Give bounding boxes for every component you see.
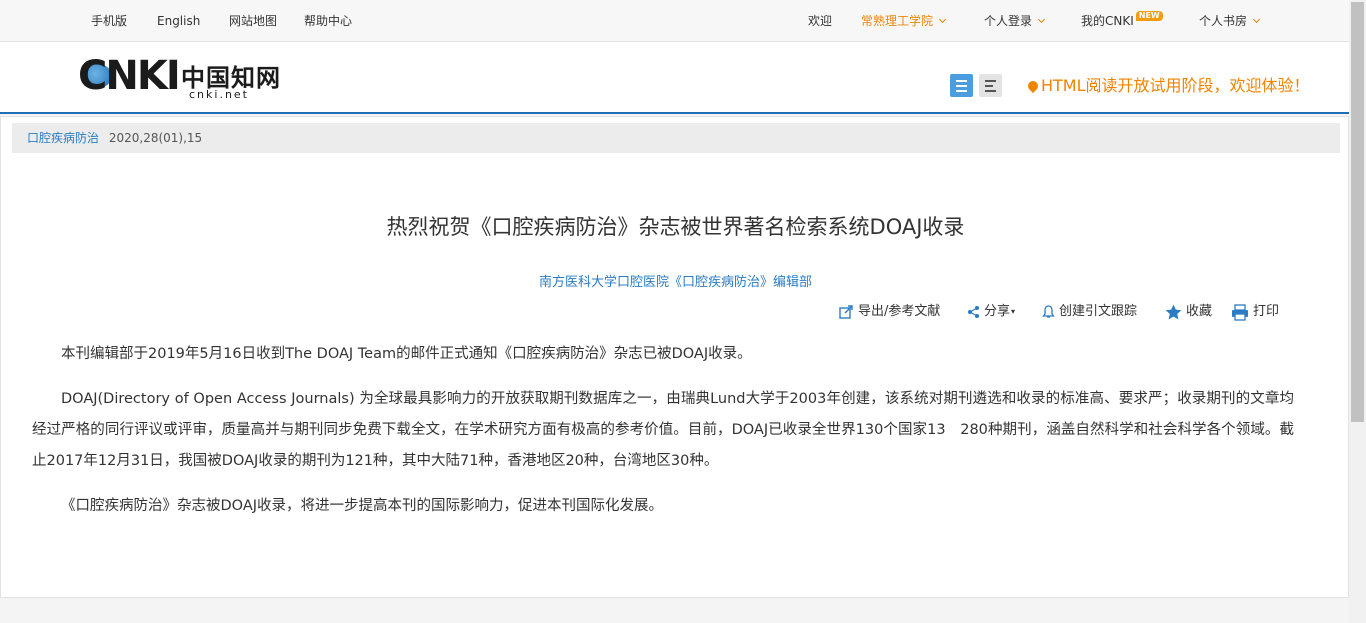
breadcrumb: 口腔疾病防治 2020,28(01),15 (12, 123, 1340, 153)
list-line (956, 85, 967, 87)
sitemap-link[interactable]: 网站地图 (229, 0, 277, 42)
article-paragraph: 《口腔疾病防治》杂志被DOAJ收录，将进一步提高本刊的国际影响力，促进本刊国际化… (61, 498, 664, 514)
article-page: 口腔疾病防治 2020,28(01),15 热烈祝贺《口腔疾病防治》杂志被世界著… (0, 116, 1349, 598)
track-label: 创建引文跟踪 (1059, 304, 1138, 319)
create-citation-tracking-button[interactable]: 创建引文跟踪 (1042, 303, 1137, 321)
logo-url-text: cnki.net (189, 88, 249, 101)
export-button[interactable]: 导出/参考文献 (839, 303, 940, 321)
article-paragraph: 本刊编辑部于2019年5月16日收到The DOAJ Team的邮件正式通知《口… (61, 346, 752, 362)
help-center-link[interactable]: 帮助中心 (304, 0, 352, 42)
full-view-toggle[interactable] (950, 74, 973, 97)
printer-icon (1232, 303, 1248, 321)
outline-view-toggle[interactable] (979, 74, 1002, 97)
dropdown-arrow-icon: ▾ (1011, 307, 1016, 316)
list-line (956, 80, 967, 82)
cnki-logo[interactable]: CNKI 中国知网 cnki.net (78, 50, 283, 106)
list-line (985, 90, 996, 92)
share-label: 分享 (984, 304, 1011, 319)
bell-icon (1042, 305, 1055, 318)
site-header: CNKI 中国知网 cnki.net HTML阅读开放试用阶段，欢迎体验！ (0, 42, 1349, 114)
vertical-scrollbar[interactable] (1349, 0, 1366, 623)
print-label: 打印 (1253, 304, 1280, 319)
welcome-text: 欢迎 (808, 14, 833, 28)
list-line (956, 90, 967, 92)
institution-label: 常熟理工学院 (861, 14, 934, 28)
list-line (985, 80, 996, 82)
personal-bookroom-menu[interactable]: 个人书房 (1199, 0, 1261, 42)
notice-text: HTML阅读开放试用阶段，欢迎体验！ (1041, 76, 1310, 95)
my-cnki-label: 我的CNKI (1081, 14, 1134, 28)
english-link[interactable]: English (157, 0, 200, 42)
star-icon (1165, 304, 1182, 320)
chevron-down-icon (1252, 15, 1261, 24)
scrollbar-thumb[interactable] (1351, 2, 1364, 422)
print-button[interactable]: 打印 (1231, 303, 1279, 321)
article-paragraph: DOAJ(Directory of Open Access Journals) … (32, 391, 1294, 469)
favorite-button[interactable]: 收藏 (1165, 303, 1212, 321)
logo-cnki-text: CNKI (78, 53, 181, 99)
chevron-down-icon (1037, 15, 1046, 24)
journal-link[interactable]: 口腔疾病防治 (27, 131, 99, 145)
issue-info: 2020,28(01),15 (108, 131, 203, 145)
new-badge: NEW (1135, 11, 1163, 21)
bookroom-label: 个人书房 (1199, 14, 1248, 28)
author-link[interactable]: 南方医科大学口腔医院《口腔疾病防治》编辑部 (1, 271, 1350, 290)
share-button[interactable]: 分享 ▾ (967, 303, 1015, 321)
favorite-label: 收藏 (1186, 304, 1213, 319)
export-label: 导出/参考文献 (858, 304, 941, 319)
location-pin-icon (1025, 78, 1041, 94)
chevron-down-icon (938, 15, 947, 24)
personal-login-menu[interactable]: 个人登录 (984, 0, 1046, 42)
html-trial-notice: HTML阅读开放试用阶段，欢迎体验！ (1025, 74, 1310, 98)
mobile-version-link[interactable]: 手机版 (91, 0, 127, 42)
institution-menu[interactable]: 常熟理工学院 (861, 0, 947, 42)
export-icon (839, 305, 853, 319)
article-title: 热烈祝贺《口腔疾病防治》杂志被世界著名检索系统DOAJ收录 (386, 215, 965, 239)
list-line (985, 85, 993, 87)
login-label: 个人登录 (984, 14, 1033, 28)
article-body: 本刊编辑部于2019年5月16日收到The DOAJ Team的邮件正式通知《口… (32, 339, 1294, 536)
my-cnki-link[interactable]: 我的CNKI NEW (1081, 0, 1163, 42)
share-icon (968, 306, 979, 318)
top-nav-bar: 手机版 English 网站地图 帮助中心 欢迎 常熟理工学院 个人登录 我的C… (0, 0, 1349, 42)
